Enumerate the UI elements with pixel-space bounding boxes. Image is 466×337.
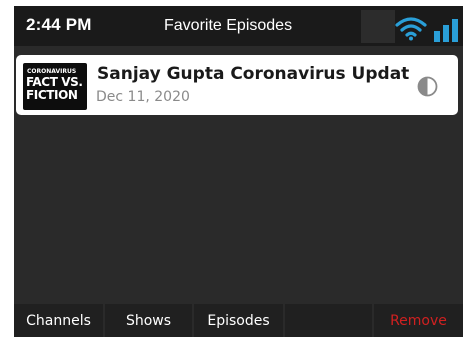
half-played-icon [417,76,438,97]
thumbnail-text-line: FACT VS. [26,75,83,89]
episode-date: Dec 11, 2020 [96,89,190,105]
tab-shows[interactable]: Shows [105,304,192,337]
favorite-episode-item[interactable]: CORONAVIRUS FACT VS. FICTION Sanjay Gupt… [16,55,458,115]
wifi-icon [395,17,427,41]
page-title: Favorite Episodes [164,17,293,34]
status-bar: 2:44 PM Favorite Episodes [14,6,463,46]
bottom-tab-bar: Channels Shows Episodes Remove [14,304,463,337]
tab-empty [285,304,372,337]
episode-thumbnail: CORONAVIRUS FACT VS. FICTION [23,63,87,110]
remove-button[interactable]: Remove [374,304,463,337]
status-placeholder [361,10,395,43]
episode-title: Sanjay Gupta Coronavirus Updat [97,64,409,84]
tab-episodes[interactable]: Episodes [194,304,283,337]
tab-channels[interactable]: Channels [14,304,103,337]
thumbnail-text-line: CORONAVIRUS [27,68,77,75]
thumbnail-text-line: FICTION [26,88,78,102]
clock: 2:44 PM [26,15,92,34]
device-screen: 2:44 PM Favorite Episodes CORONAVIRUS FA… [14,6,463,337]
signal-bars-icon [434,19,458,42]
